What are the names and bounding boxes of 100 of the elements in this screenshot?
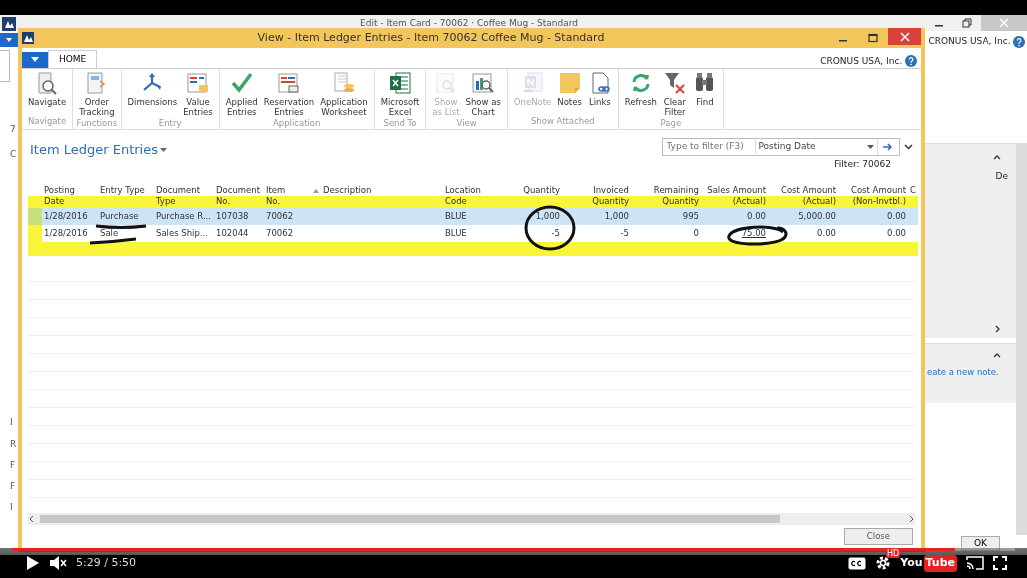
column-header[interactable]: Document No. (216, 185, 261, 207)
label-fragment: F (10, 481, 16, 492)
vertical-scrollbar[interactable] (1016, 143, 1027, 535)
filter-text: Filter: 70062 (834, 158, 891, 172)
column-label: De (995, 170, 1008, 183)
table-cell: Purchase (100, 211, 139, 222)
window-title: View - Item Ledger Entries - Item 70062 Coffee Mug - Standard (256, 29, 606, 46)
table-cell: 70062 (266, 211, 294, 222)
ribbon-button[interactable]: Find (689, 71, 720, 118)
table-cell: 1,000 (604, 211, 629, 222)
column-header[interactable]: Location Code (445, 185, 481, 207)
settings-icon[interactable] (875, 555, 892, 572)
group-label: Navigate (27, 115, 68, 129)
ribbon-menu-button[interactable] (22, 52, 48, 68)
company-name: CRONUS USA, Inc. (820, 54, 903, 68)
group-label: Application (271, 117, 322, 131)
group-label: Entry (157, 117, 183, 131)
table-cell: 995 (682, 211, 699, 222)
amount-link[interactable]: 75.00 (741, 228, 766, 239)
column-header[interactable]: Entry Type (100, 185, 145, 196)
caret-icon[interactable] (160, 147, 168, 153)
ribbon-button[interactable]: Order Tracking (76, 71, 118, 118)
filter-column-dropdown[interactable]: Posting Date (754, 140, 877, 154)
close-button[interactable]: Close (843, 528, 913, 545)
close-icon (899, 31, 910, 42)
ribbon-button[interactable]: Show as Chart (462, 71, 504, 118)
table-cell: 0.00 (817, 228, 836, 239)
maximize-icon[interactable] (868, 33, 878, 43)
menu-button[interactable] (0, 33, 18, 48)
ribbon-button[interactable]: Microsoft Excel (377, 71, 423, 118)
table-row[interactable]: 1/28/2016 Sale Sales Ship... 102044 70062 BLUE -5 -5 0 75.00 0.00 0.00 (28, 225, 918, 242)
restore-icon[interactable] (962, 18, 972, 28)
table-cell: Sale (100, 228, 119, 239)
table-cell: 102044 (216, 228, 249, 239)
table-cell: 0.00 (887, 211, 906, 222)
time-display: 5:29 / 5:50 (76, 555, 137, 571)
table-icon (185, 71, 210, 95)
table-row[interactable]: 1/28/2016 Purchase Purchase R... 107038 70062 BLUE 1,000 1,000 995 0.00 5,000.00 0.00 (28, 208, 918, 225)
ribbon-button[interactable]: Application Worksheet (317, 71, 371, 118)
cast-icon[interactable] (966, 556, 984, 571)
table-cell: 0 (693, 228, 699, 239)
sort-arrow-icon[interactable] (313, 189, 319, 193)
column-header[interactable]: Invoiced Quantity (592, 185, 629, 207)
checkmark-icon (229, 71, 254, 95)
ribbon-button[interactable]: Navigate (25, 71, 70, 108)
note-icon (557, 71, 582, 95)
captions-icon[interactable] (848, 556, 867, 570)
column-header[interactable]: Document Type (156, 185, 201, 207)
caret-icon (866, 144, 874, 150)
chevron-down-icon[interactable] (904, 144, 913, 150)
close-button[interactable] (888, 28, 921, 45)
spreadsheet-icon (388, 71, 412, 95)
column-header[interactable]: Remaining Quantity (653, 185, 699, 207)
ribbon-button[interactable]: Notes (554, 71, 585, 108)
column-header[interactable]: Description (323, 185, 372, 196)
label-fragment: I (10, 502, 13, 514)
ribbon-button[interactable]: Value Entries (180, 71, 216, 118)
scroll-left-icon[interactable] (28, 515, 36, 524)
column-header[interactable]: Posting Date (44, 185, 75, 207)
ribbon-button[interactable]: Refresh (621, 71, 660, 118)
table-cell: BLUE (445, 211, 467, 222)
quality-badge: HD (886, 549, 901, 559)
column-header[interactable]: Sales Amount (Actual) (707, 185, 766, 207)
ribbon-button[interactable]: Dimensions (124, 71, 181, 118)
horizontal-scrollbar[interactable] (28, 513, 915, 526)
column-header[interactable]: Item No. (266, 185, 286, 207)
table-cell: Purchase R... (156, 211, 211, 222)
ribbon-button[interactable]: Links (584, 71, 615, 108)
scroll-right-icon[interactable] (907, 515, 915, 524)
ribbon-button[interactable]: Reservation Entries (260, 71, 318, 118)
table-cell: 107038 (216, 211, 249, 222)
group-label: Send To (382, 117, 418, 131)
label-fragment: C (10, 149, 17, 160)
ribbon-button[interactable]: Applied Entries (222, 71, 261, 118)
page-title: Item Ledger Entries (30, 141, 158, 160)
table-cell: -5 (551, 228, 560, 239)
table-cell: Sales Ship... (156, 228, 208, 239)
ribbon-tab[interactable]: HOME (48, 49, 98, 68)
help-icon[interactable] (1012, 36, 1025, 48)
column-header[interactable]: Cost Amount (Actual) (781, 185, 836, 207)
column-header[interactable]: Quantity (523, 185, 560, 196)
annotation-circle (524, 205, 576, 251)
table-cell: 5,000.00 (798, 211, 836, 222)
table-cell: 1/28/2016 (44, 211, 88, 222)
window-title: Edit - Item Card - 70062 · Coffee Mug - Standard (360, 17, 578, 30)
table-cell: -5 (620, 228, 629, 239)
table-cell: 70062 (266, 228, 294, 239)
label-fragment: F (10, 459, 16, 471)
fullscreen-icon[interactable] (993, 556, 1007, 571)
help-icon[interactable] (904, 55, 917, 68)
mute-icon[interactable] (49, 555, 67, 572)
table-cell: 1/28/2016 (44, 228, 88, 239)
ribbon-button[interactable]: Clear Filter (659, 71, 690, 118)
play-icon[interactable] (26, 555, 40, 572)
table-cell: 0.00 (887, 228, 906, 239)
filter-field[interactable]: Type to filter (F3) Posting Date (661, 138, 900, 156)
column-header[interactable]: Cost Amount (Non-Invtbl.) (851, 185, 906, 207)
group-label: Show Attached (529, 115, 596, 129)
column-header[interactable]: C (910, 185, 916, 196)
table-icon (276, 71, 301, 95)
